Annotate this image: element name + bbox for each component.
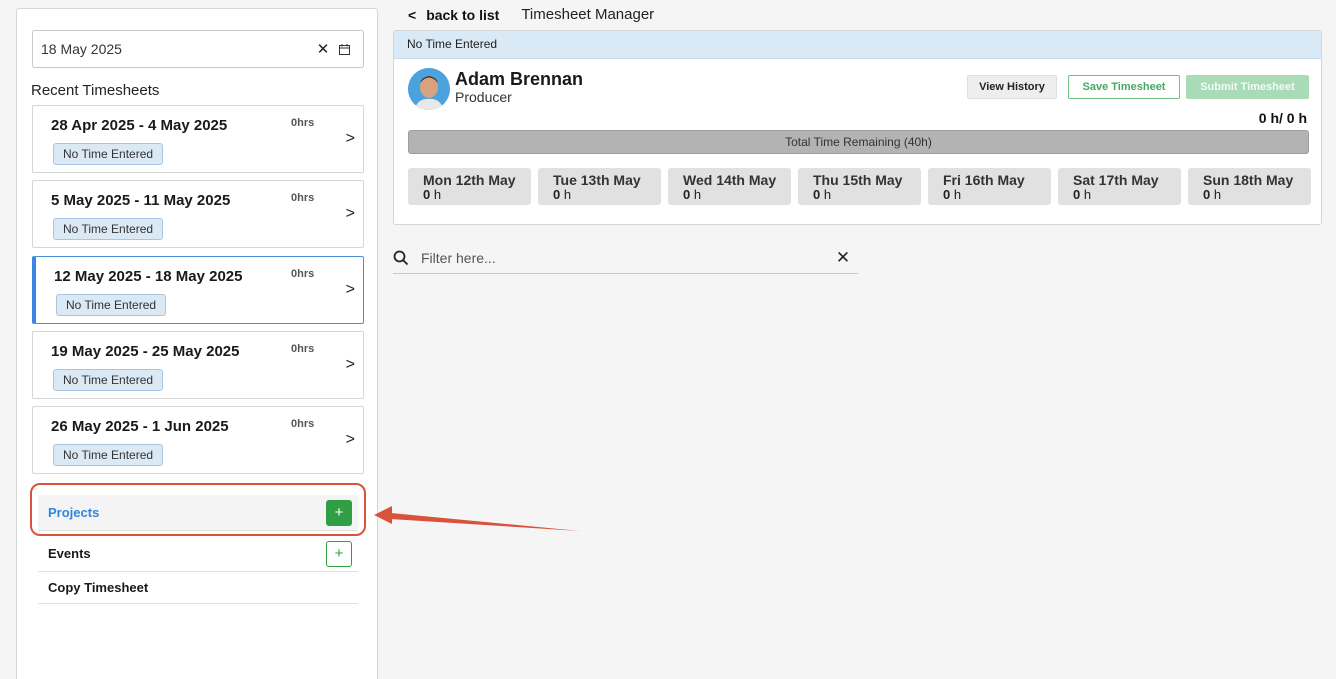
annotation-highlight-box [30, 483, 366, 536]
annotation-arrow-icon [374, 506, 580, 531]
day-tab[interactable]: Mon 12th May 0 h [408, 168, 531, 205]
day-unit: h [693, 187, 702, 202]
day-tab[interactable]: Wed 14th May 0 h [668, 168, 791, 205]
calendar-icon[interactable] [333, 43, 355, 55]
timesheet-hours: 0hrs [291, 117, 315, 129]
day-tabs: Mon 12th May 0 h Tue 13th May 0 h Wed 14th… [408, 168, 1311, 205]
timesheet-card[interactable]: 28 Apr 2025 - 4 May 2025 0hrs > No Time … [32, 105, 364, 173]
progress-label: Total Time Remaining (40h) [785, 135, 932, 149]
timesheet-range: 5 May 2025 - 11 May 2025 [51, 192, 231, 209]
search-icon [393, 250, 415, 266]
day-unit: h [1213, 187, 1222, 202]
save-timesheet-button[interactable]: Save Timesheet [1068, 75, 1180, 99]
sidebar: 18 May 2025 ✕ Recent Timesheets 28 Apr 2… [16, 8, 378, 679]
timesheet-card-selected[interactable]: 12 May 2025 - 18 May 2025 0hrs > No Time… [32, 256, 364, 324]
copy-timesheet-label[interactable]: Copy Timesheet [38, 580, 358, 595]
day-tab[interactable]: Sun 18th May 0 h [1188, 168, 1311, 205]
status-badge: No Time Entered [53, 143, 164, 165]
day-unit: h [823, 187, 832, 202]
status-banner: No Time Entered [394, 31, 1321, 59]
timesheet-card[interactable]: 26 May 2025 - 1 Jun 2025 0hrs > No Time … [32, 406, 364, 474]
day-name: Tue 13th May [553, 172, 641, 188]
chevron-left-icon: < [408, 6, 417, 23]
day-name: Sat 17th May [1073, 172, 1159, 188]
recent-timesheets-title: Recent Timesheets [31, 82, 160, 99]
clear-date-icon[interactable]: ✕ [313, 40, 333, 58]
back-to-list-link[interactable]: < back to list [408, 7, 499, 23]
back-label[interactable]: back to list [426, 7, 499, 23]
filter-bar: ✕ [393, 243, 858, 274]
menu-item-events[interactable]: Events + [38, 536, 358, 572]
day-hours: 0 [553, 187, 561, 202]
day-hours: 0 [813, 187, 821, 202]
events-label[interactable]: Events [38, 546, 326, 561]
chevron-right-icon: > [345, 356, 355, 373]
timesheet-range: 26 May 2025 - 1 Jun 2025 [51, 418, 229, 435]
timesheet-hours: 0hrs [291, 418, 315, 430]
timesheet-range: 12 May 2025 - 18 May 2025 [54, 268, 243, 285]
chevron-right-icon: > [345, 205, 355, 222]
day-hours: 0 [423, 187, 431, 202]
day-unit: h [953, 187, 962, 202]
day-name: Fri 16th May [943, 172, 1025, 188]
day-tab[interactable]: Fri 16th May 0 h [928, 168, 1051, 205]
day-unit: h [563, 187, 572, 202]
date-value[interactable]: 18 May 2025 [41, 41, 313, 57]
chevron-right-icon: > [345, 281, 355, 298]
timesheet-hours: 0hrs [291, 343, 315, 355]
hours-total: 0 h/ 0 h [1258, 110, 1307, 126]
chevron-right-icon: > [345, 431, 355, 448]
user-role: Producer [455, 89, 512, 105]
timesheet-panel: No Time Entered Adam Brennan Producer Vi… [393, 30, 1322, 225]
submit-timesheet-button[interactable]: Submit Timesheet [1186, 75, 1309, 99]
filter-input[interactable] [415, 250, 828, 266]
add-event-button[interactable]: + [326, 540, 352, 567]
day-hours: 0 [1073, 187, 1081, 202]
page-header: < back to list Timesheet Manager [408, 6, 654, 23]
day-hours: 0 [1203, 187, 1211, 202]
day-hours: 0 [683, 187, 691, 202]
day-name: Mon 12th May [423, 172, 516, 188]
user-name: Adam Brennan [455, 69, 584, 89]
status-badge: No Time Entered [53, 444, 164, 466]
clear-filter-icon[interactable]: ✕ [828, 248, 858, 268]
timesheet-hours: 0hrs [291, 192, 315, 204]
timesheet-card[interactable]: 5 May 2025 - 11 May 2025 0hrs > No Time … [32, 180, 364, 248]
page-title: Timesheet Manager [521, 6, 655, 23]
date-picker-field[interactable]: 18 May 2025 ✕ [32, 30, 364, 68]
timesheet-card[interactable]: 19 May 2025 - 25 May 2025 0hrs > No Time… [32, 331, 364, 399]
day-name: Thu 15th May [813, 172, 903, 188]
day-tab[interactable]: Thu 15th May 0 h [798, 168, 921, 205]
status-badge: No Time Entered [56, 294, 167, 316]
timesheet-range: 19 May 2025 - 25 May 2025 [51, 343, 240, 360]
time-remaining-progress-bar: Total Time Remaining (40h) [408, 130, 1309, 154]
day-name: Wed 14th May [683, 172, 777, 188]
day-name: Sun 18th May [1203, 172, 1294, 188]
day-hours: 0 [943, 187, 951, 202]
day-tab[interactable]: Sat 17th May 0 h [1058, 168, 1181, 205]
view-history-button[interactable]: View History [967, 75, 1057, 99]
day-unit: h [433, 187, 442, 202]
status-badge: No Time Entered [53, 369, 164, 391]
menu-item-copy-timesheet[interactable]: Copy Timesheet [38, 572, 358, 604]
timesheet-hours: 0hrs [291, 268, 315, 280]
day-unit: h [1083, 187, 1092, 202]
day-tab[interactable]: Tue 13th May 0 h [538, 168, 661, 205]
chevron-right-icon: > [345, 130, 355, 147]
timesheet-range: 28 Apr 2025 - 4 May 2025 [51, 117, 228, 134]
avatar [408, 68, 450, 110]
status-badge: No Time Entered [53, 218, 164, 240]
